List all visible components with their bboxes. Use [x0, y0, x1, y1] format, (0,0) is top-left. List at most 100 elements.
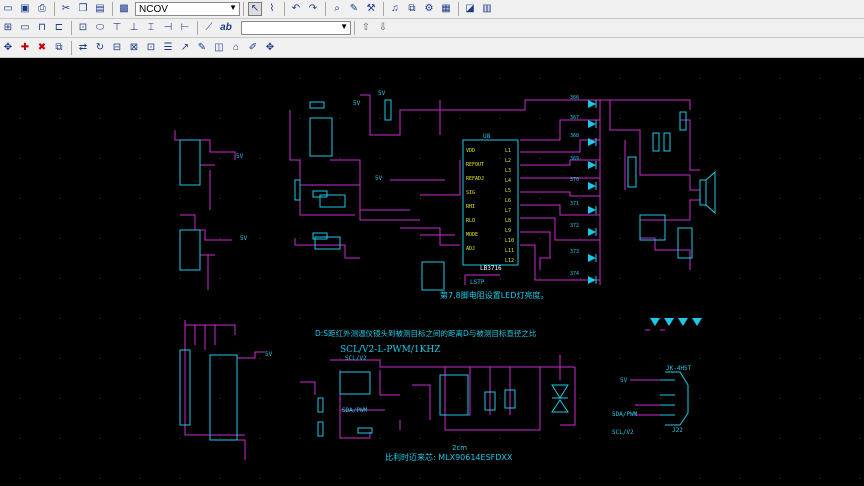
group-icon[interactable]: ⊠	[127, 41, 141, 55]
properties-icon[interactable]: ☰	[161, 41, 175, 55]
ungroup-icon[interactable]: ⊡	[144, 41, 158, 55]
cut-icon[interactable]: ✂	[59, 2, 73, 16]
edit-icon[interactable]: ✎	[347, 2, 361, 16]
wrench-icon[interactable]: ⚒	[364, 2, 378, 16]
schematic-drawing[interactable]: 366 367 368 369 370 371 372 373 374 L1 L2 L3 L4 L5 L6…	[0, 58, 864, 486]
toolbar-separator	[458, 2, 459, 16]
chevron-down-icon[interactable]: ▼	[229, 3, 237, 12]
connector-j22[interactable]	[660, 371, 689, 426]
led-symbol	[588, 161, 596, 169]
bom-icon[interactable]: ⌂	[229, 41, 243, 55]
grid-dot	[140, 198, 141, 199]
grid-dot	[380, 358, 381, 359]
grid-dot	[300, 278, 301, 279]
select-icon[interactable]: ↖	[248, 2, 262, 16]
undo-icon[interactable]: ↶	[289, 2, 303, 16]
place-part-icon[interactable]: ⊞	[1, 21, 15, 35]
delete-icon[interactable]: ✖	[35, 41, 49, 55]
led-diode[interactable]: 366	[570, 95, 597, 108]
grid-dot	[420, 478, 421, 479]
grid-dot	[580, 438, 581, 439]
pen-icon[interactable]: ✎	[195, 41, 209, 55]
save-icon[interactable]: ▣	[18, 2, 32, 16]
grid-dot	[20, 158, 21, 159]
pin-labels-u8: L1 L2 L3 L4 L5 L6 L7 L8 L9 L10 L11 L12 VDD REFOUT REFA…	[466, 148, 514, 264]
grid-dot	[500, 358, 501, 359]
connector-j2[interactable]	[179, 229, 201, 271]
library-icon[interactable]: ◫	[212, 41, 226, 55]
place-line-icon[interactable]: ⟋	[202, 21, 216, 35]
led-diode[interactable]: 370	[570, 177, 597, 190]
led-diode[interactable]: 373	[570, 249, 597, 262]
search-icon[interactable]: ⌕	[330, 2, 344, 16]
place-graphic-icon[interactable]: ⊡	[76, 21, 90, 35]
grid-dot	[620, 118, 621, 119]
copy-icon[interactable]: ❐	[76, 2, 90, 16]
move-up-icon[interactable]: ⇧	[359, 21, 373, 35]
grid-dot	[740, 238, 741, 239]
led-diode[interactable]: 371	[570, 201, 597, 214]
board-icon[interactable]: ◪	[463, 2, 477, 16]
move-down-icon[interactable]: ⇩	[376, 21, 390, 35]
grid-dot	[860, 158, 861, 159]
place-connector-icon[interactable]: ⊓	[35, 21, 49, 35]
net-selector[interactable]: NCOV ▼	[135, 2, 240, 16]
label-icon[interactable]: ↗	[178, 41, 192, 55]
zoom-fit-icon[interactable]: ▦	[439, 2, 453, 16]
align-icon[interactable]: ⊟	[110, 41, 124, 55]
grid-dot	[700, 118, 701, 119]
grid-dot	[100, 278, 101, 279]
netlist-icon[interactable]: ✐	[246, 41, 260, 55]
report-icon[interactable]: ▥	[480, 2, 494, 16]
paste-icon[interactable]: ▤	[93, 2, 107, 16]
style-selector[interactable]: ▼	[241, 21, 351, 35]
grid-dot	[780, 398, 781, 399]
led-diode[interactable]: 367	[570, 115, 597, 128]
schematic-canvas[interactable]: 366 367 368 369 370 371 372 373 374 L1 L2 L3 L4 L5 L6…	[0, 58, 864, 486]
copy-component-icon[interactable]: ⧉	[405, 2, 419, 16]
chevron-down-icon[interactable]: ▼	[340, 22, 348, 31]
u8-pin-left: RHI	[466, 204, 475, 210]
led-diode[interactable]: 372	[570, 223, 597, 236]
redo-icon[interactable]: ↷	[306, 2, 320, 16]
grid-dot	[580, 238, 581, 239]
open-icon[interactable]: ▭	[1, 2, 15, 16]
move-icon[interactable]: ✥	[1, 41, 15, 55]
grid-dot	[60, 198, 61, 199]
u8-pin-right: L6	[505, 198, 511, 204]
add-icon[interactable]: ✚	[18, 41, 32, 55]
grid-dot	[540, 478, 541, 479]
label-5v-j1: 5V	[236, 153, 244, 160]
component-icon[interactable]: ▩	[117, 2, 131, 16]
label-sda-n: SDA/PWM	[342, 407, 368, 414]
print-icon[interactable]: ⎙	[35, 2, 49, 16]
component-properties-icon[interactable]: ⚙	[422, 2, 436, 16]
flip-icon[interactable]: ⇄	[76, 41, 90, 55]
place-text-icon[interactable]: ab	[219, 21, 233, 35]
grid-dot	[580, 78, 581, 79]
wire-icon[interactable]: ⌇	[265, 2, 279, 16]
ic-u7[interactable]	[439, 374, 469, 416]
place-port-icon[interactable]: ⬭	[93, 21, 107, 35]
place-no-connect-icon[interactable]: ⌶	[144, 21, 158, 35]
led-diode[interactable]: 374	[570, 271, 597, 284]
grid-dot	[60, 438, 61, 439]
grid-dot	[60, 278, 61, 279]
connector-j1[interactable]	[179, 139, 201, 186]
led-diode[interactable]: 369	[570, 156, 597, 169]
grid-dot	[380, 438, 381, 439]
ic-u4[interactable]	[209, 354, 238, 441]
place-junction-icon[interactable]: ⊣	[161, 21, 175, 35]
report-icon[interactable]: ✥	[263, 41, 277, 55]
place-power-icon[interactable]: ⊤	[110, 21, 124, 35]
place-bus-icon[interactable]: ▭	[18, 21, 32, 35]
rotate-icon[interactable]: ↻	[93, 41, 107, 55]
music-note-icon[interactable]: ♫	[388, 2, 402, 16]
replace-icon[interactable]: ⧉	[52, 41, 66, 55]
grid-dot	[260, 238, 261, 239]
place-ground-icon[interactable]: ⊥	[127, 21, 141, 35]
place-pin-icon[interactable]: ⊢	[178, 21, 192, 35]
place-net-label-icon[interactable]: ⊏	[52, 21, 66, 35]
sensor-mlx[interactable]	[339, 371, 371, 395]
label-5v-top2: 5V	[378, 90, 386, 97]
